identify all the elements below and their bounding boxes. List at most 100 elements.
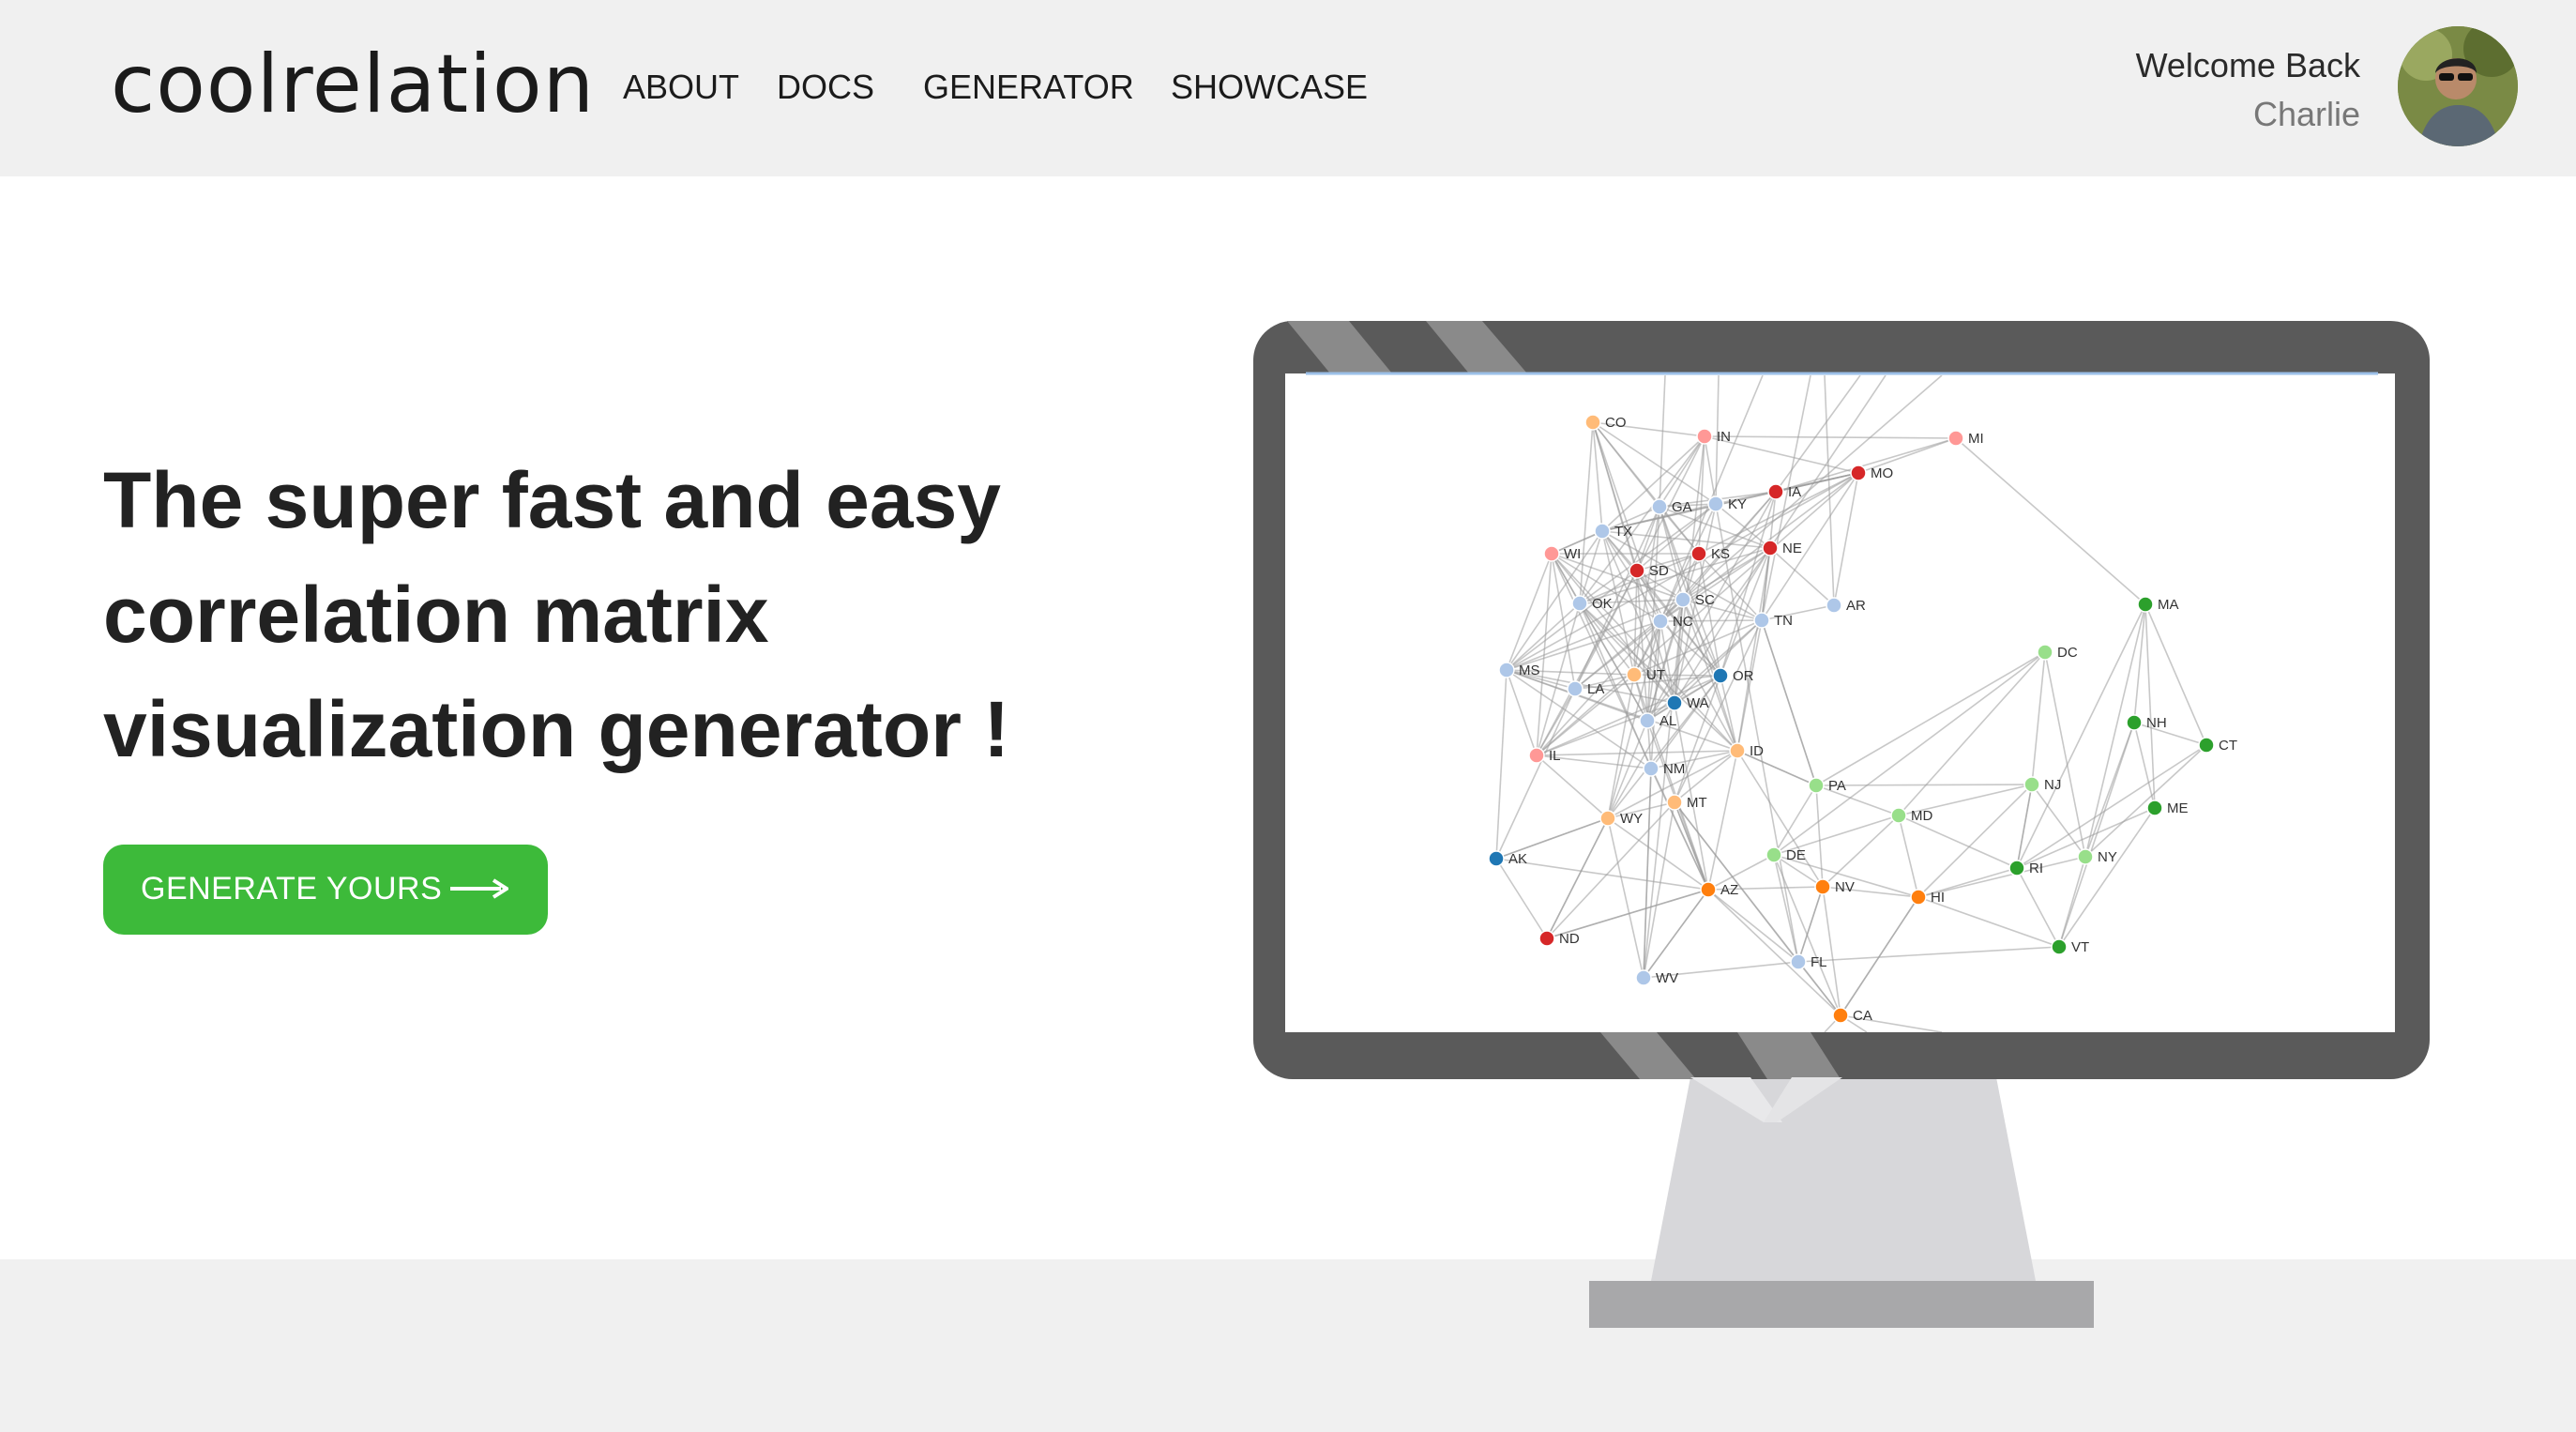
graph-node-dot[interactable] — [2077, 848, 2094, 865]
graph-node-ia[interactable]: IA — [1767, 483, 1801, 500]
graph-node-dot[interactable] — [1666, 794, 1683, 811]
graph-node-wa[interactable]: WA — [1666, 694, 1709, 711]
graph-node-dot[interactable] — [1947, 430, 1964, 447]
graph-node-dot[interactable] — [1567, 680, 1583, 697]
graph-node-dot[interactable] — [1599, 810, 1616, 827]
nav-about[interactable]: ABOUT — [623, 68, 739, 107]
graph-node-dot[interactable] — [1594, 523, 1611, 540]
network-graph[interactable]: CO IN MI IA MO GA KY TX WI SD KS NE SC OK NC TN AR MA DC MS… — [1285, 375, 2395, 1032]
graph-node-dot[interactable] — [2146, 800, 2163, 816]
graph-node-or[interactable]: OR — [1712, 667, 1754, 684]
graph-node-dot[interactable] — [1651, 498, 1668, 515]
graph-node-ma[interactable]: MA — [2137, 596, 2179, 613]
graph-node-sd[interactable]: SD — [1629, 562, 1669, 579]
graph-node-dot[interactable] — [1629, 562, 1645, 579]
graph-node-dot[interactable] — [1643, 760, 1659, 777]
graph-node-la[interactable]: LA — [1567, 680, 1604, 697]
graph-node-wv[interactable]: WV — [1635, 969, 1678, 986]
graph-node-dot[interactable] — [1696, 428, 1713, 445]
graph-node-ks[interactable]: KS — [1690, 545, 1730, 562]
graph-node-dot[interactable] — [2037, 644, 2053, 661]
graph-node-dot[interactable] — [1666, 694, 1683, 711]
graph-node-dot[interactable] — [1767, 483, 1784, 500]
graph-node-az[interactable]: AZ — [1700, 881, 1738, 898]
graph-node-me[interactable]: ME — [2146, 800, 2189, 816]
graph-node-dot[interactable] — [1762, 540, 1779, 556]
graph-node-nm[interactable]: NM — [1643, 760, 1685, 777]
graph-node-dot[interactable] — [1543, 545, 1560, 562]
graph-node-dot[interactable] — [1808, 777, 1825, 794]
graph-node-dot[interactable] — [1765, 846, 1782, 863]
graph-node-dot[interactable] — [1826, 597, 1842, 614]
graph-node-dot[interactable] — [1910, 889, 1927, 906]
graph-node-dot[interactable] — [2126, 714, 2143, 731]
nav-generator[interactable]: GENERATOR — [923, 68, 1134, 107]
graph-node-dot[interactable] — [2023, 776, 2040, 793]
graph-node-dot[interactable] — [1712, 667, 1729, 684]
graph-node-nh[interactable]: NH — [2126, 714, 2167, 731]
graph-node-dot[interactable] — [1790, 953, 1807, 970]
graph-node-dot[interactable] — [1639, 712, 1656, 729]
generate-yours-button[interactable]: GENERATE YOURS — [103, 845, 548, 935]
graph-node-ny[interactable]: NY — [2077, 848, 2117, 865]
graph-node-ms[interactable]: MS — [1498, 662, 1540, 678]
graph-node-dot[interactable] — [1890, 807, 1907, 824]
graph-node-ak[interactable]: AK — [1488, 850, 1527, 867]
graph-node-dot[interactable] — [2137, 596, 2154, 613]
graph-node-dot[interactable] — [1832, 1007, 1849, 1024]
nav-showcase[interactable]: SHOWCASE — [1171, 68, 1368, 107]
graph-node-wy[interactable]: WY — [1599, 810, 1643, 827]
graph-node-dot[interactable] — [2051, 938, 2068, 955]
graph-node-mi[interactable]: MI — [1947, 430, 1984, 447]
graph-node-mo[interactable]: MO — [1850, 465, 1893, 481]
graph-node-hi[interactable]: HI — [1910, 889, 1945, 906]
graph-node-dot[interactable] — [1538, 930, 1555, 947]
graph-node-dot[interactable] — [1652, 613, 1669, 630]
graph-node-nj[interactable]: NJ — [2023, 776, 2061, 793]
graph-node-dot[interactable] — [1528, 747, 1545, 764]
graph-node-al[interactable]: AL — [1639, 712, 1676, 729]
graph-node-ri[interactable]: RI — [2008, 860, 2043, 876]
graph-node-dot[interactable] — [1707, 495, 1724, 512]
graph-node-dot[interactable] — [1626, 666, 1643, 683]
graph-node-dot[interactable] — [2198, 737, 2215, 754]
graph-node-ct[interactable]: CT — [2198, 737, 2237, 754]
nav-docs[interactable]: DOCS — [777, 68, 874, 107]
graph-node-ok[interactable]: OK — [1571, 595, 1613, 612]
graph-node-fl[interactable]: FL — [1790, 953, 1827, 970]
graph-node-tx[interactable]: TX — [1594, 523, 1632, 540]
graph-node-vt[interactable]: VT — [2051, 938, 2089, 955]
graph-node-dot[interactable] — [1635, 969, 1652, 986]
graph-node-sc[interactable]: SC — [1674, 591, 1715, 608]
graph-node-nv[interactable]: NV — [1814, 878, 1855, 895]
graph-node-ar[interactable]: AR — [1826, 597, 1866, 614]
graph-node-ga[interactable]: GA — [1651, 498, 1692, 515]
graph-node-ne[interactable]: NE — [1762, 540, 1802, 556]
graph-node-mt[interactable]: MT — [1666, 794, 1707, 811]
graph-node-dot[interactable] — [1753, 612, 1770, 629]
graph-node-md[interactable]: MD — [1890, 807, 1932, 824]
graph-node-dot[interactable] — [1571, 595, 1588, 612]
site-logo[interactable]: coolrelation — [111, 38, 595, 131]
graph-node-dot[interactable] — [1498, 662, 1515, 678]
graph-node-dc[interactable]: DC — [2037, 644, 2078, 661]
graph-node-id[interactable]: ID — [1729, 742, 1764, 759]
graph-node-nc[interactable]: NC — [1652, 613, 1693, 630]
graph-node-dot[interactable] — [1850, 465, 1867, 481]
graph-node-ut[interactable]: UT — [1626, 666, 1665, 683]
graph-node-ky[interactable]: KY — [1707, 495, 1747, 512]
graph-node-dot[interactable] — [1488, 850, 1505, 867]
graph-node-dot[interactable] — [1729, 742, 1746, 759]
graph-node-de[interactable]: DE — [1765, 846, 1806, 863]
graph-node-ca[interactable]: CA — [1832, 1007, 1872, 1024]
graph-node-tn[interactable]: TN — [1753, 612, 1793, 629]
graph-node-dot[interactable] — [1700, 881, 1717, 898]
graph-node-dot[interactable] — [1674, 591, 1691, 608]
user-avatar[interactable] — [2398, 26, 2518, 146]
graph-node-dot[interactable] — [1814, 878, 1831, 895]
graph-node-co[interactable]: CO — [1584, 414, 1627, 431]
graph-node-dot[interactable] — [1690, 545, 1707, 562]
graph-node-dot[interactable] — [2008, 860, 2025, 876]
graph-node-dot[interactable] — [1584, 414, 1601, 431]
graph-node-nd[interactable]: ND — [1538, 930, 1580, 947]
